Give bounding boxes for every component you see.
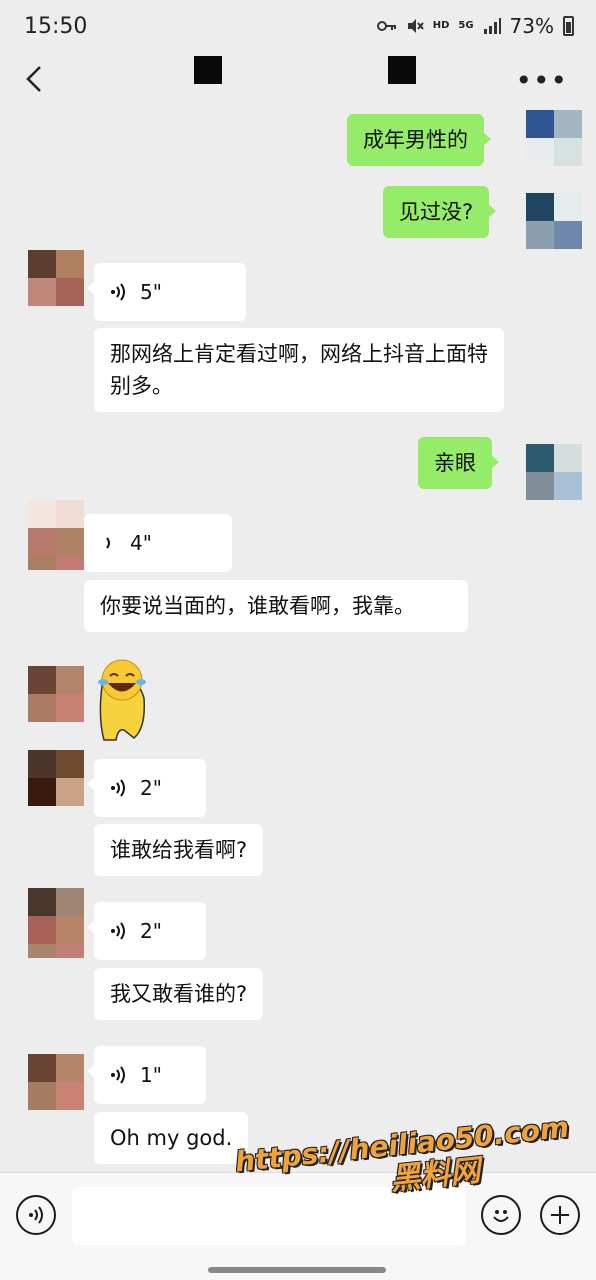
redacted-name-block [194, 56, 222, 84]
home-indicator [208, 1267, 386, 1273]
voice-duration: 2" [140, 776, 162, 800]
message-bubble-incoming[interactable]: 谁敢给我看啊? [94, 824, 264, 876]
message-bubble-incoming[interactable]: 我又敢看谁的? [94, 968, 264, 1020]
voice-message[interactable]: 1" [87, 1046, 206, 1104]
message-bubble-outgoing[interactable]: 见过没? [383, 186, 497, 238]
hd-label: HD [432, 20, 450, 31]
battery-percent: 73% [509, 14, 554, 38]
voice-wave-icon [106, 537, 110, 549]
voice-wave-icon [111, 1066, 125, 1084]
contact-avatar[interactable] [28, 888, 84, 944]
message-bubble-outgoing[interactable]: 成年男性的 [347, 114, 491, 166]
chevron-left-icon[interactable] [24, 64, 44, 94]
voice-duration: 5" [140, 280, 162, 304]
key-icon [376, 21, 396, 31]
my-avatar[interactable] [526, 110, 582, 166]
status-time: 15:50 [24, 14, 88, 39]
voice-message[interactable]: 2" [87, 759, 206, 817]
mute-icon [407, 19, 424, 33]
my-avatar[interactable] [526, 444, 582, 500]
voice-message[interactable]: 2" [87, 902, 206, 960]
voice-message[interactable]: 5" [87, 263, 246, 321]
contact-avatar[interactable] [28, 1054, 84, 1110]
network-label: 5G [458, 20, 474, 31]
contact-avatar[interactable] [28, 500, 84, 556]
battery-icon [563, 16, 574, 36]
signal-icon [483, 18, 501, 34]
voice-wave-icon [111, 283, 125, 301]
voice-wave-icon [111, 779, 125, 797]
plus-icon[interactable] [540, 1195, 580, 1235]
message-bubble-outgoing[interactable]: 亲眼 [418, 437, 499, 489]
message-bubble-incoming[interactable]: 你要说当面的，谁敢看啊，我靠。 [84, 580, 468, 632]
status-icons: HD 5G 73% [376, 14, 574, 38]
voice-duration: 2" [140, 919, 162, 943]
contact-avatar-part [28, 944, 84, 972]
status-bar: 15:50 HD 5G 73% [0, 0, 596, 52]
voice-duration: 4" [130, 531, 152, 555]
message-bubble-incoming[interactable]: Oh my god. [94, 1112, 249, 1164]
message-bubble-incoming[interactable]: 那网络上肯定看过啊，网络上抖音上面特别多。 [94, 328, 504, 412]
voice-duration: 1" [140, 1063, 162, 1087]
contact-avatar[interactable] [28, 750, 84, 806]
contact-avatar[interactable] [28, 666, 84, 722]
voice-wave-icon [111, 922, 125, 940]
more-dots-icon[interactable]: ••• [515, 64, 568, 97]
contact-avatar-part [28, 556, 84, 584]
smiley-icon[interactable] [481, 1195, 521, 1235]
my-avatar[interactable] [526, 193, 582, 249]
voice-wave-icon[interactable] [16, 1195, 56, 1235]
laughing-emoji-sticker[interactable] [94, 658, 154, 742]
redacted-name-block [388, 56, 416, 84]
contact-avatar[interactable] [28, 250, 84, 306]
voice-message[interactable]: 4" [84, 514, 232, 572]
chat-header: ••• [0, 52, 596, 108]
